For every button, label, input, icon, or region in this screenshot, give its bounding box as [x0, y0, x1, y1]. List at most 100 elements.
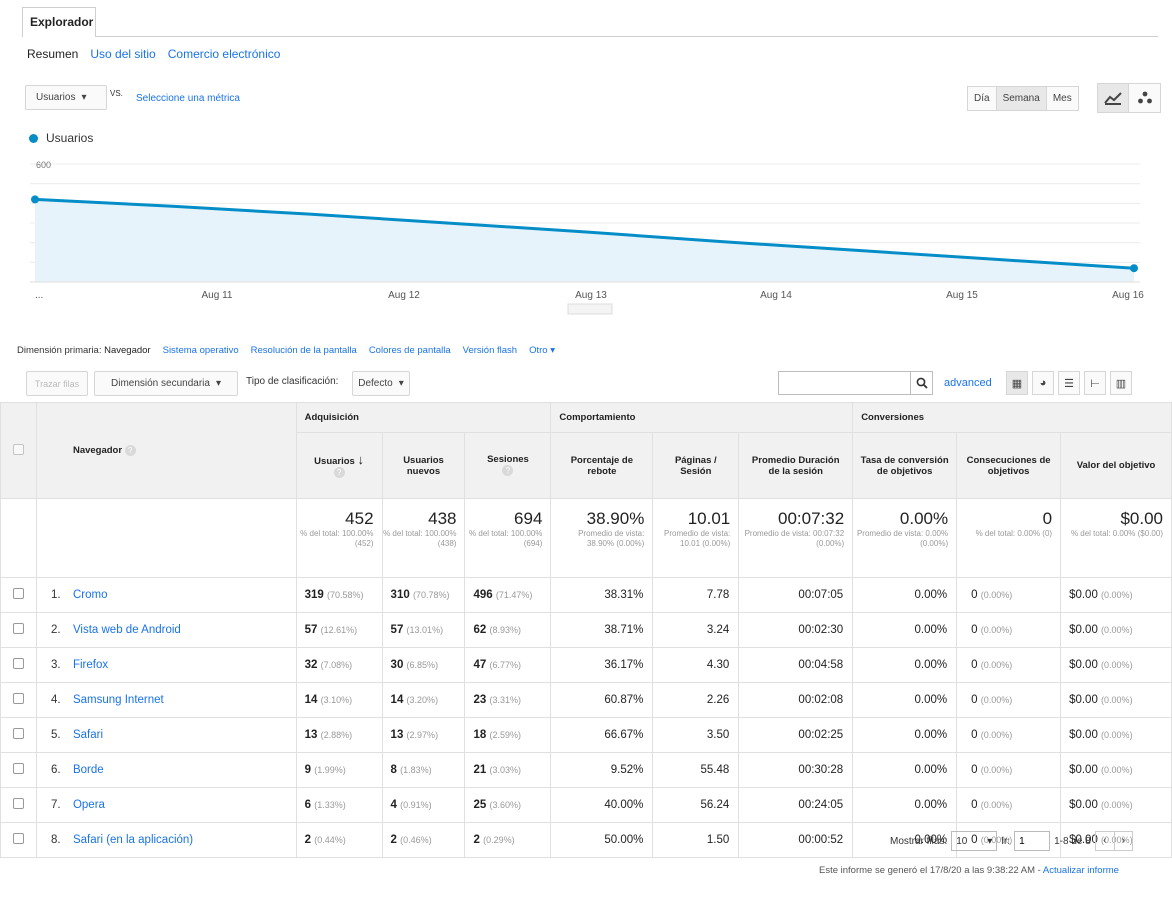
prev-page-icon[interactable]: ‹: [1096, 832, 1114, 850]
help-icon[interactable]: ?: [502, 465, 514, 477]
browser-link[interactable]: 4. Samsung Internet: [35, 682, 297, 718]
cell-bounce: 38.71%: [550, 612, 654, 648]
table-view-icon[interactable]: ▦: [1006, 371, 1028, 395]
row-checkbox[interactable]: [12, 798, 24, 809]
cell-conv-rate: 0.00%: [852, 717, 958, 753]
select-all-checkbox[interactable]: [12, 443, 24, 455]
row-checkbox-cell: [0, 752, 37, 788]
motion-chart-icon[interactable]: [1129, 83, 1161, 113]
cell-bounce: 36.17%: [550, 647, 654, 683]
data-point[interactable]: [1130, 264, 1138, 273]
select-all-cell: [0, 402, 37, 499]
column-header-avg-duration[interactable]: Promedio Duración de la sesión: [738, 432, 854, 499]
dimension-other-dropdown[interactable]: Otro ▾: [529, 345, 555, 356]
comparison-view-icon[interactable]: ⊢: [1084, 371, 1106, 395]
row-checkbox[interactable]: [12, 588, 24, 599]
period-day-button[interactable]: Día: [967, 86, 997, 111]
cell-users: 6 (1.33%): [295, 787, 383, 823]
row-checkbox[interactable]: [12, 658, 24, 669]
cell-conv-rate: 0.00%: [852, 647, 958, 683]
column-header-new-users[interactable]: Usuarios nuevos: [381, 432, 466, 499]
tab-explorer[interactable]: Explorador: [22, 7, 96, 37]
subtab-summary[interactable]: Resumen: [25, 47, 80, 61]
line-chart-icon[interactable]: [1097, 83, 1129, 113]
legend-label: Usuarios: [46, 131, 94, 145]
next-page-icon[interactable]: ›: [1113, 832, 1132, 850]
row-checkbox[interactable]: [12, 763, 24, 774]
browser-link[interactable]: 1. Cromo: [35, 577, 297, 613]
chart-legend: Usuarios: [29, 131, 93, 145]
cell-new-users: 310 (70.78%): [381, 577, 466, 613]
pivot-view-icon[interactable]: ▥: [1110, 371, 1132, 395]
help-icon[interactable]: ?: [333, 467, 345, 479]
cell-goal-value: $0.00 (0.00%): [1060, 787, 1172, 823]
help-icon[interactable]: ?: [124, 444, 136, 456]
report-generated-note: Este informe se generó el 17/8/20 a las …: [819, 865, 1119, 876]
row-checkbox-cell: [0, 682, 37, 718]
cell-users: 14 (3.10%): [295, 682, 383, 718]
group-header-behavior: Comportamiento: [550, 402, 854, 433]
compare-metric-link[interactable]: Seleccione una métrica: [136, 93, 240, 104]
subtab-site-usage[interactable]: Uso del sitio: [88, 47, 157, 61]
metric-select[interactable]: Usuarios ▾: [25, 85, 107, 110]
browser-link[interactable]: 8. Safari (en la aplicación): [35, 822, 297, 858]
row-checkbox[interactable]: [12, 623, 24, 634]
cell-goal-value: $0.00 (0.00%): [1060, 717, 1172, 753]
cell-sessions: 25 (3.60%): [464, 787, 552, 823]
chart-resize-handle[interactable]: [567, 303, 613, 315]
data-point[interactable]: [31, 195, 39, 204]
cell-goal-value: $0.00 (0.00%): [1060, 647, 1172, 683]
period-month-button[interactable]: Mes: [1046, 86, 1079, 111]
sort-type-select[interactable]: Defecto ▾: [352, 371, 410, 396]
column-header-sessions[interactable]: Sesiones?: [464, 432, 552, 499]
cell-duration: 00:24:05: [738, 787, 854, 823]
column-header-goal-value[interactable]: Valor del objetivo: [1060, 432, 1172, 499]
row-checkbox[interactable]: [12, 693, 24, 704]
row-checkbox[interactable]: [12, 833, 24, 844]
column-header-goal-completions[interactable]: Consecuciones de objetivos: [956, 432, 1062, 499]
pie-view-icon[interactable]: ◕: [1032, 371, 1054, 395]
period-week-button[interactable]: Semana: [996, 86, 1047, 111]
goto-page-input[interactable]: [1014, 831, 1051, 851]
x-tick-label: Aug 11: [202, 290, 233, 301]
summary-row: 452% del total: 100.00% (452) 438% del t…: [0, 498, 1172, 578]
cell-sessions: 2 (0.29%): [464, 822, 552, 858]
cell-sessions: 18 (2.59%): [464, 717, 552, 753]
cell-pages: 2.26: [652, 682, 740, 718]
plot-rows-button[interactable]: Trazar filas: [26, 371, 88, 396]
cell-users: 2 (0.44%): [295, 822, 383, 858]
cell-conv-rate: 0.00%: [852, 787, 958, 823]
browser-link[interactable]: 3. Firefox: [35, 647, 297, 683]
column-header-users[interactable]: Usuarios ↓?: [295, 432, 383, 499]
x-tick-label: Aug 13: [575, 290, 607, 301]
column-header-conversion-rate[interactable]: Tasa de conversión de objetivos: [852, 432, 958, 499]
browser-link[interactable]: 2. Vista web de Android: [35, 612, 297, 648]
performance-view-icon[interactable]: ☰: [1058, 371, 1080, 395]
subtab-ecommerce[interactable]: Comercio electrónico: [166, 47, 283, 61]
table-row: 6. Borde 9 (1.99%) 8 (1.83%) 21 (3.03%) 9.52%…: [0, 752, 1172, 788]
column-header-browser[interactable]: Navegador ?: [35, 402, 297, 499]
row-checkbox-cell: [0, 612, 37, 648]
column-header-pages-per-session[interactable]: Páginas / Sesión: [652, 432, 740, 499]
browser-link[interactable]: 6. Borde: [35, 752, 297, 788]
browser-link[interactable]: 5. Safari: [35, 717, 297, 753]
row-checkbox-cell: [0, 647, 37, 683]
summary-goal-completions: 0% del total: 0.00% (0): [956, 498, 1062, 578]
cell-sessions: 21 (3.03%): [464, 752, 552, 788]
dimension-link-os[interactable]: Sistema operativo: [163, 345, 239, 356]
rows-per-page-select[interactable]: 10 ▾: [951, 831, 998, 851]
advanced-filter-link[interactable]: advanced: [944, 377, 992, 389]
cell-goal-completions: 0 (0.00%): [956, 682, 1062, 718]
dimension-link-colors[interactable]: Colores de pantalla: [369, 345, 451, 356]
row-checkbox[interactable]: [12, 728, 24, 739]
refresh-report-link[interactable]: Actualizar informe: [1043, 865, 1119, 876]
dimension-link-flash[interactable]: Versión flash: [463, 345, 517, 356]
x-tick-label: Aug 12: [388, 290, 420, 301]
secondary-dimension-select[interactable]: Dimensión secundaria ▾: [94, 371, 238, 396]
cell-bounce: 50.00%: [550, 822, 654, 858]
search-icon[interactable]: [910, 371, 933, 395]
column-header-bounce-rate[interactable]: Porcentaje de rebote: [550, 432, 654, 499]
browser-link[interactable]: 7. Opera: [35, 787, 297, 823]
dimension-link-resolution[interactable]: Resolución de la pantalla: [251, 345, 357, 356]
table-row: 3. Firefox 32 (7.08%) 30 (6.85%) 47 (6.77%) 3…: [0, 647, 1172, 683]
